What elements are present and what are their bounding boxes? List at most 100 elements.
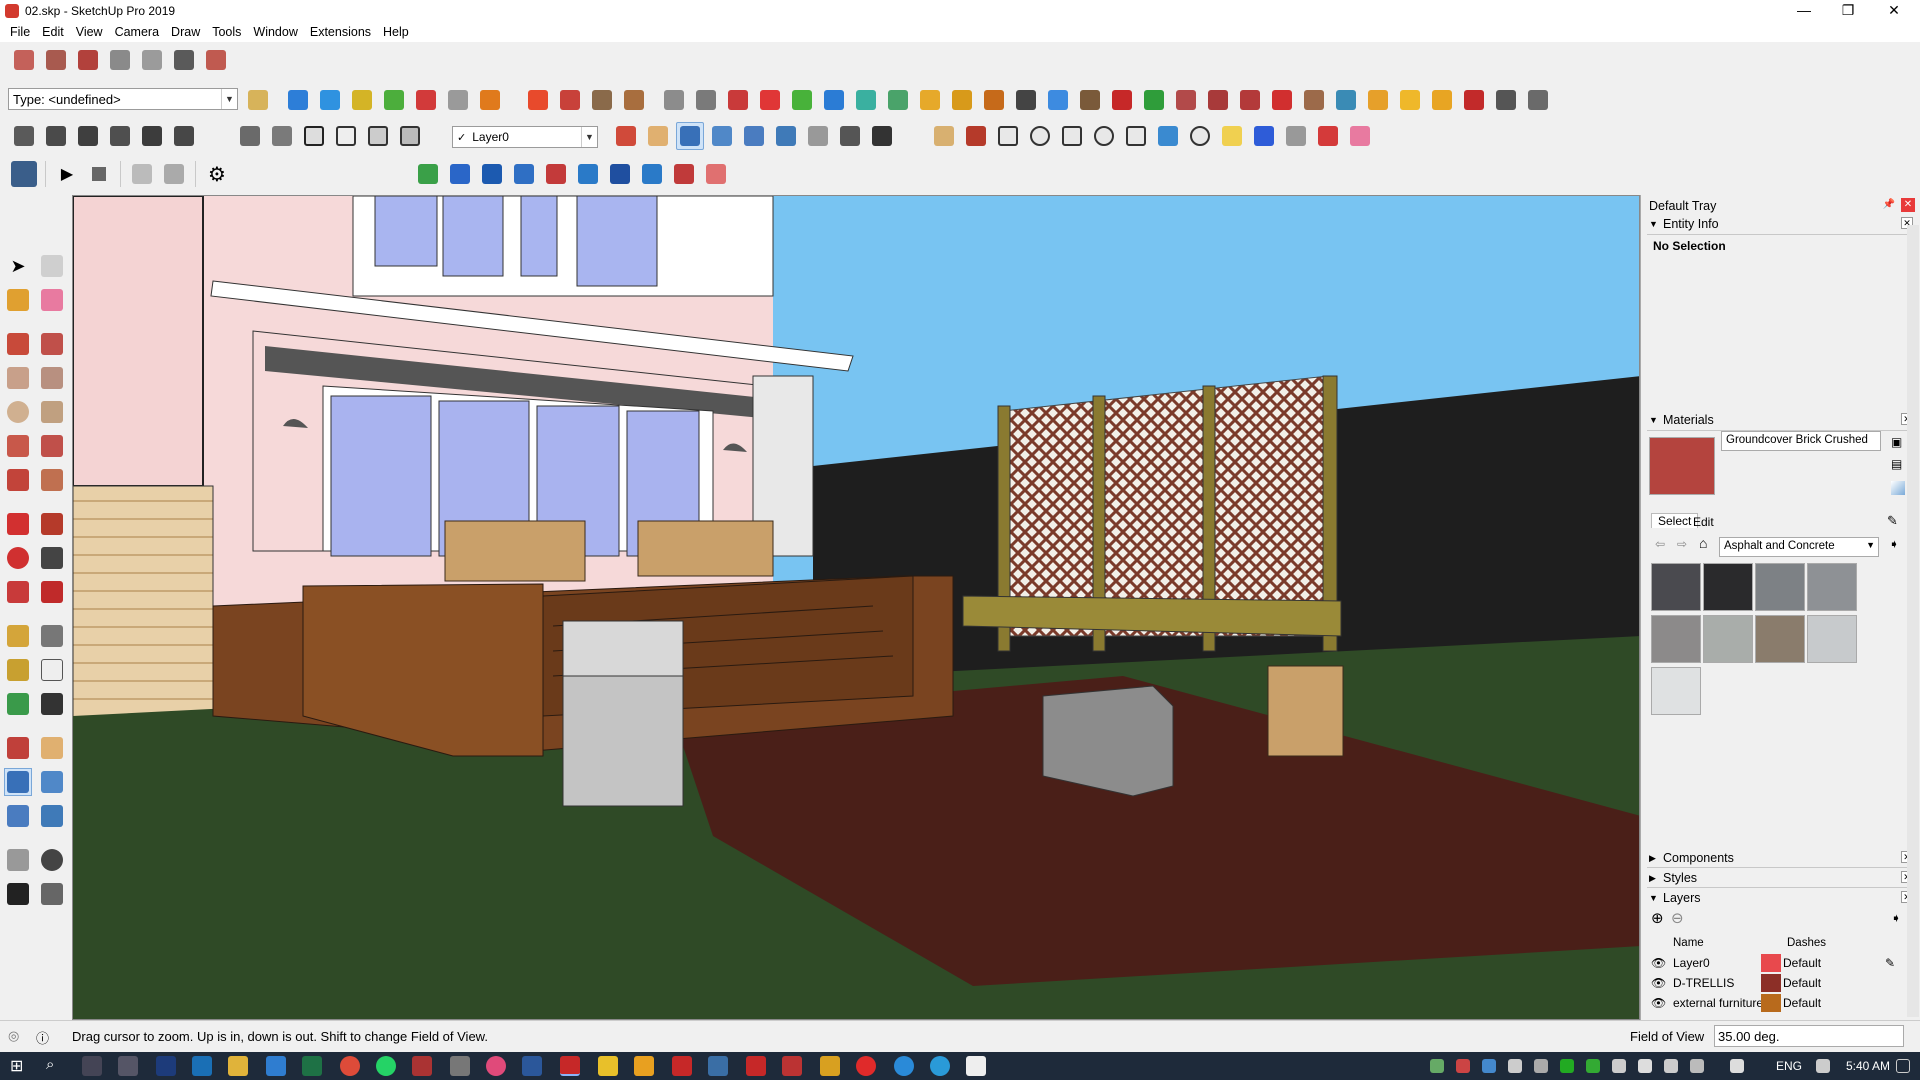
menu-edit[interactable]: Edit xyxy=(36,22,70,42)
component-icon[interactable] xyxy=(38,252,66,280)
hook-icon[interactable] xyxy=(980,86,1008,114)
intersect-icon[interactable] xyxy=(446,160,474,188)
text-icon[interactable] xyxy=(38,656,66,684)
rectangle-tool-icon[interactable] xyxy=(4,364,32,392)
layer-combo[interactable]: ✓ Layer0 ▼ xyxy=(452,126,598,148)
measurements-input[interactable]: 35.00 deg. xyxy=(1714,1025,1904,1047)
visibility-eye-icon[interactable]: 👁 xyxy=(1651,996,1666,1010)
iso-view-icon[interactable] xyxy=(10,122,38,150)
house-shaded-icon[interactable] xyxy=(364,122,392,150)
menu-window[interactable]: Window xyxy=(247,22,303,42)
extension-manager-button[interactable] xyxy=(138,46,166,74)
polygon-icon[interactable] xyxy=(1058,122,1086,150)
details-arrow-icon[interactable]: ➧ xyxy=(1889,537,1899,551)
box-icon[interactable] xyxy=(1076,86,1104,114)
task-view-icon[interactable] xyxy=(82,1056,102,1076)
union-icon[interactable] xyxy=(478,160,506,188)
rotate-tool-icon[interactable] xyxy=(4,544,32,572)
file-explorer-icon[interactable] xyxy=(228,1056,248,1076)
polygon-tool-icon[interactable] xyxy=(38,398,66,426)
freehand-icon[interactable] xyxy=(930,122,958,150)
eyedropper-icon[interactable]: ✎ xyxy=(1887,513,1898,529)
layer-details-icon[interactable]: ➧ xyxy=(1891,911,1901,925)
menu-draw[interactable]: Draw xyxy=(165,22,206,42)
grid-yellow-icon[interactable] xyxy=(1396,86,1424,114)
eraser-icon[interactable] xyxy=(38,286,66,314)
app-icon[interactable] xyxy=(486,1056,506,1076)
layer-color-swatch[interactable] xyxy=(1761,954,1781,972)
language-indicator[interactable]: ENG xyxy=(1776,1059,1802,1073)
circle-tool-icon[interactable] xyxy=(4,398,32,426)
photoshop-icon[interactable] xyxy=(156,1056,176,1076)
sample-paint-icon[interactable] xyxy=(1891,481,1905,495)
axes-icon[interactable] xyxy=(4,690,32,718)
top-view-icon[interactable] xyxy=(42,122,70,150)
classifier-icon[interactable] xyxy=(244,86,272,114)
tray-icon[interactable] xyxy=(1664,1059,1678,1073)
offset-icon[interactable] xyxy=(692,86,720,114)
move-tool-icon[interactable] xyxy=(4,510,32,538)
search-icon[interactable]: ⌕ xyxy=(46,1056,54,1073)
left-view-icon[interactable] xyxy=(170,122,198,150)
outline-icon[interactable] xyxy=(1250,122,1278,150)
look-around-icon[interactable] xyxy=(836,122,864,150)
tray-icon[interactable] xyxy=(1690,1059,1704,1073)
visibility-eye-icon[interactable]: 👁 xyxy=(1651,956,1666,970)
torus-icon[interactable] xyxy=(1186,122,1214,150)
back-arrow-icon[interactable]: ⇦ xyxy=(1655,537,1665,551)
pan-icon[interactable] xyxy=(644,122,672,150)
layer-dashes[interactable]: Default xyxy=(1783,996,1821,1010)
line-icon[interactable] xyxy=(4,330,32,358)
split-solid-icon[interactable] xyxy=(574,160,602,188)
stop-icon[interactable] xyxy=(85,160,113,188)
word-icon[interactable] xyxy=(522,1056,542,1076)
split-icon[interactable] xyxy=(1236,86,1264,114)
lumion-logo-icon[interactable] xyxy=(10,160,38,188)
calculator-icon[interactable] xyxy=(118,1056,138,1076)
pencil-icon[interactable] xyxy=(962,122,990,150)
front-view-icon[interactable] xyxy=(74,122,102,150)
zoom-tool-icon[interactable] xyxy=(4,768,32,796)
curve-icon[interactable] xyxy=(724,86,752,114)
flip-edge-icon[interactable] xyxy=(476,86,504,114)
sketchup-taskbar-icon[interactable] xyxy=(560,1056,580,1076)
visibility-eye-icon[interactable]: 👁 xyxy=(1651,976,1666,990)
remove-scene-icon[interactable] xyxy=(160,160,188,188)
microphone-icon[interactable] xyxy=(1508,1059,1522,1073)
materials-header[interactable]: ▼ Materials ✕ xyxy=(1641,411,1920,429)
add-location-button[interactable] xyxy=(202,46,230,74)
section-plane-icon[interactable] xyxy=(524,86,552,114)
material-swatch[interactable] xyxy=(1755,615,1805,663)
tape-measure-icon[interactable] xyxy=(4,622,32,650)
follow-me-tool-icon[interactable] xyxy=(38,544,66,572)
follow-me-icon[interactable] xyxy=(660,86,688,114)
clock[interactable]: 5:40 AM xyxy=(1846,1059,1890,1073)
zoom-window-tool-icon[interactable] xyxy=(38,768,66,796)
sandbox-scratch-icon[interactable] xyxy=(316,86,344,114)
layer-color-swatch[interactable] xyxy=(1761,974,1781,992)
home-icon[interactable]: ⌂ xyxy=(1699,535,1707,551)
ellipse-icon[interactable] xyxy=(1090,122,1118,150)
eraser-pink-icon[interactable] xyxy=(1346,122,1374,150)
component-green-icon[interactable] xyxy=(1140,86,1168,114)
house-wireframe-icon[interactable] xyxy=(300,122,328,150)
menu-help[interactable]: Help xyxy=(377,22,415,42)
tab-select[interactable]: Select xyxy=(1651,513,1699,528)
close-button[interactable]: ✕ xyxy=(1872,0,1916,22)
look-around-tool-icon[interactable] xyxy=(38,846,66,874)
tray-icon[interactable] xyxy=(1638,1059,1652,1073)
display-section-icon[interactable] xyxy=(556,86,584,114)
edge-icon[interactable] xyxy=(192,1056,212,1076)
previous-view-icon[interactable] xyxy=(772,122,800,150)
zoom-extents-icon[interactable] xyxy=(740,122,768,150)
material-swatch[interactable] xyxy=(1703,563,1753,611)
material-swatch[interactable] xyxy=(1807,615,1857,663)
vlc-icon[interactable] xyxy=(820,1056,840,1076)
gear-icon[interactable]: ⚙ xyxy=(203,160,231,188)
cross-icon[interactable] xyxy=(1460,86,1488,114)
components-header[interactable]: ▶ Components ✕ xyxy=(1641,849,1920,867)
warning-icon[interactable] xyxy=(916,86,944,114)
select-arrow-icon[interactable]: ➤ xyxy=(4,252,32,280)
app-icon[interactable] xyxy=(412,1056,432,1076)
forward-arrow-icon[interactable]: ⇨ xyxy=(1677,537,1687,551)
